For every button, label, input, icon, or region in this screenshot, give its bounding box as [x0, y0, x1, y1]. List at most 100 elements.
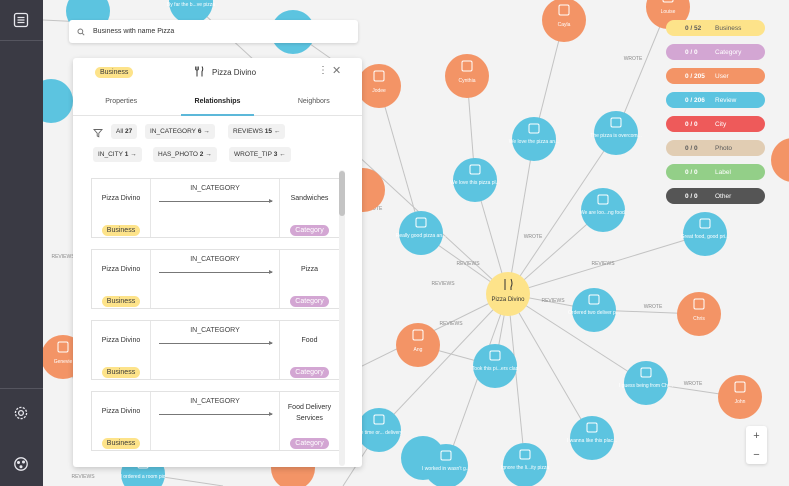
review-node[interactable]: I guess being from Chi...	[619, 361, 673, 405]
user-node[interactable]: Cayla	[542, 0, 586, 42]
node-type-badge: Business	[95, 67, 134, 78]
review-node[interactable]: I've time or... delivery	[356, 408, 403, 452]
relationship-card[interactable]: Pizza Divino Business IN_CATEGORY Sandwic…	[91, 178, 340, 238]
source-label-badge: Business	[101, 438, 141, 449]
node-detail-panel: Business Pizza Divino ⋮ ✕ Properties Rel…	[73, 58, 362, 467]
settings-icon[interactable]	[6, 398, 36, 428]
relationship-type: IN_CATEGORY	[190, 185, 240, 192]
wrote-edge	[378, 85, 422, 234]
review-label: Ignore the li...ity pizza	[501, 465, 550, 471]
zoom-controls: + −	[746, 426, 767, 464]
arrow-right-icon	[159, 270, 273, 274]
business-node-center[interactable]: Pizza Divino	[486, 272, 530, 316]
review-node[interactable]: Ignore the li...ity pizza	[501, 443, 550, 486]
edge-label: REVIEWS	[591, 261, 615, 267]
filter-icon[interactable]	[93, 128, 103, 138]
review-label: I've time or... delivery	[356, 430, 403, 436]
filter-chip-all[interactable]: All 27	[111, 124, 138, 139]
user-node[interactable]: Chris	[677, 292, 721, 336]
user-label: Cayla	[558, 22, 571, 28]
filter-chip-wrote-tip[interactable]: WROTE_TIP 3 ←	[229, 147, 291, 162]
legend-item-user[interactable]: 0 / 205 User	[666, 68, 765, 84]
review-label: Great food, good pri...	[681, 234, 730, 240]
target-name: Pizza	[300, 266, 319, 273]
review-node[interactable]: I wanna like this plac...	[567, 416, 617, 460]
review-node[interactable]: Great food, good pri...	[681, 212, 730, 256]
edge-label: REVIEWS	[439, 321, 463, 327]
legend-item-other[interactable]: 0 / 0 Other	[666, 188, 765, 204]
user-node[interactable]: Jodee	[357, 64, 401, 108]
relationship-scrollbar[interactable]	[339, 170, 345, 466]
filter-chip-in-city[interactable]: IN_CITY 1 →	[93, 147, 142, 162]
review-node[interactable]: We love the pizza an...	[509, 117, 560, 161]
arrow-right-icon	[159, 341, 273, 345]
edge-label: REVIEWS	[541, 298, 565, 304]
user-label: John	[735, 399, 746, 405]
review-label: I wanna like this plac...	[567, 438, 617, 444]
source-name: Pizza Divino	[101, 337, 141, 344]
tab-properties[interactable]: Properties	[73, 88, 169, 115]
user-label: Jodee	[372, 88, 386, 94]
edge-label: REVIEWS	[431, 281, 455, 287]
zoom-in-button[interactable]: +	[746, 426, 767, 445]
user-label: Genevie	[54, 359, 73, 365]
user-node[interactable]: Ang	[396, 323, 440, 367]
review-label: By far the b...ve pizza	[167, 2, 215, 8]
tab-relationships[interactable]: Relationships	[169, 88, 265, 116]
legend-item-category[interactable]: 0 / 0 Category	[666, 44, 765, 60]
review-node[interactable]: Ordered two deliver p...	[568, 288, 620, 332]
app-sidebar	[0, 0, 43, 486]
relationship-target: Sandwiches Category	[279, 179, 339, 237]
filter-chip-in-category[interactable]: IN_CATEGORY 6 →	[145, 124, 215, 139]
arrow-right-icon	[159, 412, 273, 416]
legend-item-label[interactable]: 0 / 0 Label	[666, 164, 765, 180]
edge-label: WROTE	[684, 381, 703, 387]
more-icon[interactable]: ⋮	[318, 65, 328, 76]
relationship-source: Pizza Divino Business	[92, 250, 151, 308]
review-label: We love the pizza an...	[509, 139, 560, 145]
review-node[interactable]: Really good pizza an...	[396, 211, 447, 255]
search-input[interactable]	[93, 28, 333, 35]
target-label-badge: Category	[290, 438, 329, 449]
user-node[interactable]	[771, 138, 789, 182]
relationship-type: IN_CATEGORY	[190, 327, 240, 334]
relationship-source: Pizza Divino Business	[92, 321, 151, 379]
zoom-out-button[interactable]: −	[746, 445, 767, 464]
close-icon[interactable]: ✕	[332, 64, 341, 77]
source-name: Pizza Divino	[101, 195, 141, 202]
review-node[interactable]: We are loo...ng food.	[580, 188, 626, 232]
legend-item-city[interactable]: 0 / 0 City	[666, 116, 765, 132]
user-label: Chris	[693, 316, 705, 322]
relationship-list: Pizza Divino Business IN_CATEGORY Sandwic…	[91, 178, 340, 463]
relationship-target: Food Category	[279, 321, 339, 379]
legend-item-review[interactable]: 0 / 206 Review	[666, 92, 765, 108]
relationship-card[interactable]: Pizza Divino Business IN_CATEGORY Food Cat…	[91, 320, 340, 380]
review-edge	[507, 138, 535, 295]
review-node[interactable]: The pizza is overcom...	[590, 111, 642, 155]
review-node[interactable]: We love this pizza pl...	[450, 158, 500, 202]
relationship-card[interactable]: Pizza Divino Business IN_CATEGORY Pizza Ca…	[91, 249, 340, 309]
user-label: Ang	[414, 347, 423, 353]
source-label-badge: Business	[101, 367, 141, 378]
menu-icon[interactable]	[6, 5, 36, 35]
user-node[interactable]: John	[718, 375, 762, 419]
relationship-card[interactable]: Pizza Divino Business IN_CATEGORY Food De…	[91, 391, 340, 451]
legend-item-photo[interactable]: 0 / 0 Photo	[666, 140, 765, 156]
target-name: Food	[301, 337, 318, 344]
review-node[interactable]	[43, 79, 73, 123]
scrollbar-thumb[interactable]	[339, 171, 345, 216]
target-name: Food Delivery Services	[287, 404, 332, 422]
relationship-edge: IN_CATEGORY	[151, 392, 279, 450]
graph-icon[interactable]	[6, 449, 36, 479]
review-label: Took this pi...ers clas	[472, 366, 519, 372]
sidebar-divider	[0, 388, 43, 389]
filter-chip-has-photo[interactable]: HAS_PHOTO 2 →	[153, 147, 217, 162]
legend-item-business[interactable]: 0 / 52 Business	[666, 20, 765, 36]
target-label-badge: Category	[290, 296, 329, 307]
filter-chip-reviews[interactable]: REVIEWS 15 ←	[228, 124, 286, 139]
tab-neighbors[interactable]: Neighbors	[266, 88, 362, 115]
user-node[interactable]: Cynthia	[445, 54, 489, 98]
source-label-badge: Business	[101, 296, 141, 307]
search-bar[interactable]	[69, 20, 358, 43]
review-node[interactable]: Took this pi...ers clas	[472, 344, 519, 388]
